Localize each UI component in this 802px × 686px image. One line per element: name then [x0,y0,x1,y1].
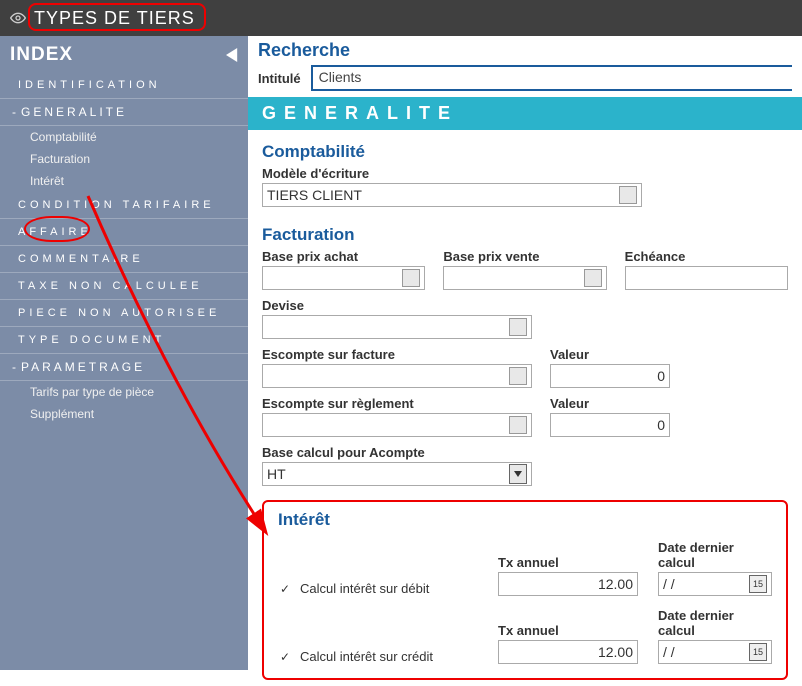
modele-ecriture-input[interactable]: TIERS CLIENT [262,183,642,207]
calcul-credit-label: Calcul intérêt sur crédit [300,649,433,664]
tx-annuel-debit-input[interactable]: 12.00 [498,572,638,596]
nav-sub-facturation[interactable]: Facturation [0,148,248,170]
nav-sub-tarifs[interactable]: Tarifs par type de pièce [0,381,248,403]
tx-annuel-debit-label: Tx annuel [498,555,638,570]
modele-ecriture-value: TIERS CLIENT [267,187,362,203]
search-heading: Recherche [258,40,792,61]
valeur1-input[interactable]: 0 [550,364,670,388]
collapse-sidebar-icon[interactable] [226,48,240,62]
checkbox-credit[interactable] [278,650,292,664]
picker-icon[interactable] [509,367,527,385]
calcul-debit-label: Calcul intérêt sur débit [300,581,429,596]
nav-sub-supplement[interactable]: Supplément [0,403,248,425]
picker-icon[interactable] [619,186,637,204]
base-achat-input[interactable] [262,266,425,290]
escompte-reglement-label: Escompte sur règlement [262,396,532,411]
search-input[interactable]: Clients [311,65,792,91]
escompte-facture-input[interactable] [262,364,532,388]
picker-icon[interactable] [509,416,527,434]
devise-label: Devise [262,298,532,313]
dropdown-icon[interactable] [509,464,527,484]
nav-commentaire[interactable]: COMMENTAIRE [0,246,248,273]
picker-icon[interactable] [402,269,420,287]
tx-annuel-credit-label: Tx annuel [498,623,638,638]
visibility-icon [10,10,26,26]
escompte-reglement-input[interactable] [262,413,532,437]
nav-condition-tarifaire[interactable]: CONDITION TARIFAIRE [0,192,248,219]
base-vente-label: Base prix vente [443,249,606,264]
modele-ecriture-label: Modèle d'écriture [262,166,788,181]
calendar-icon[interactable]: 15 [749,575,767,593]
valeur1-label: Valeur [550,347,670,362]
date-dernier-debit-input[interactable]: / / 15 [658,572,772,596]
search-label: Intitulé [258,71,301,86]
devise-input[interactable] [262,315,532,339]
tx-annuel-credit-input[interactable]: 12.00 [498,640,638,664]
base-achat-label: Base prix achat [262,249,425,264]
nav-affaire[interactable]: AFFAIRE [0,219,248,246]
interest-section: Intérêt Calcul intérêt sur débit Tx annu… [262,500,788,680]
base-vente-input[interactable] [443,266,606,290]
checkbox-debit[interactable] [278,582,292,596]
subsection-interet: Intérêt [278,510,772,530]
index-heading: INDEX [10,44,73,66]
nav-sub-interet[interactable]: Intérêt [0,170,248,192]
picker-icon[interactable] [509,318,527,336]
subsection-facturation: Facturation [262,225,788,245]
nav-taxe-non-calculee[interactable]: TAXE NON CALCULEE [0,273,248,300]
valeur2-label: Valeur [550,396,670,411]
section-band-generalite: GENERALITE [248,97,802,130]
valeur2-input[interactable]: 0 [550,413,670,437]
base-acompte-select[interactable]: HT [262,462,532,486]
escompte-facture-label: Escompte sur facture [262,347,532,362]
date-dernier-credit-input[interactable]: / / 15 [658,640,772,664]
nav-type-document[interactable]: TYPE DOCUMENT [0,327,248,354]
nav-piece-non-autorisee[interactable]: PIECE NON AUTORISEE [0,300,248,327]
calendar-icon[interactable]: 15 [749,643,767,661]
nav-sub-comptabilite[interactable]: Comptabilité [0,126,248,148]
date-dernier-credit-label: Date dernier calcul [658,608,772,638]
subsection-comptabilite: Comptabilité [262,142,788,162]
nav-group-generalite[interactable]: GENERALITE [0,99,248,126]
page-title: TYPES DE TIERS [34,8,195,29]
base-acompte-label: Base calcul pour Acompte [262,445,532,460]
nav-identification[interactable]: IDENTIFICATION [0,72,248,99]
date-dernier-debit-label: Date dernier calcul [658,540,772,570]
picker-icon[interactable] [584,269,602,287]
nav-group-parametrage[interactable]: PARAMETRAGE [0,354,248,381]
echeance-input[interactable] [625,266,788,290]
echeance-label: Echéance [625,249,788,264]
